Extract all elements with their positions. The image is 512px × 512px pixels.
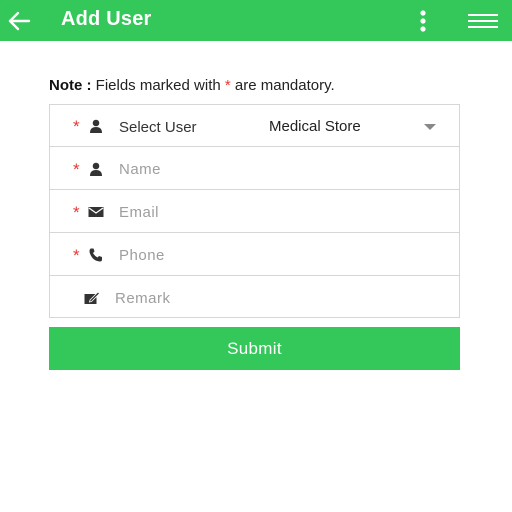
arrow-left-icon[interactable] [6, 8, 32, 34]
email-row: * [50, 191, 459, 233]
select-user-dropdown[interactable]: Medical Store [269, 118, 361, 135]
note-text-before: Fields marked with [91, 77, 225, 94]
person-icon [90, 162, 102, 176]
mandatory-note: Note : Fields marked with * are mandator… [49, 77, 335, 94]
select-user-label: Select User [119, 119, 197, 136]
phone-icon [89, 248, 102, 262]
email-input[interactable] [119, 197, 439, 227]
phone-row: * [50, 234, 459, 276]
required-mark: * [73, 160, 80, 179]
edit-note-icon [84, 291, 100, 304]
required-mark: * [73, 246, 80, 265]
required-mark: * [73, 117, 80, 136]
select-user-row[interactable]: * Select User Medical Store [50, 105, 459, 147]
caret-down-icon[interactable] [423, 123, 437, 131]
page-title: Add User [61, 8, 152, 30]
name-row: * [50, 148, 459, 190]
phone-input[interactable] [119, 240, 439, 270]
remark-row [50, 277, 459, 319]
name-input[interactable] [119, 154, 439, 184]
add-user-form: * Select User Medical Store * * * [49, 104, 460, 318]
envelope-icon [88, 207, 104, 217]
app-bar: Add User [0, 0, 512, 41]
note-prefix: Note : [49, 77, 92, 94]
note-text-after: are mandatory. [230, 77, 335, 94]
remark-input[interactable] [115, 283, 435, 313]
hamburger-menu-icon[interactable] [467, 12, 499, 30]
submit-button[interactable]: Submit [49, 327, 460, 370]
required-mark: * [73, 203, 80, 222]
more-vertical-icon[interactable] [413, 9, 433, 33]
person-icon [90, 119, 102, 133]
